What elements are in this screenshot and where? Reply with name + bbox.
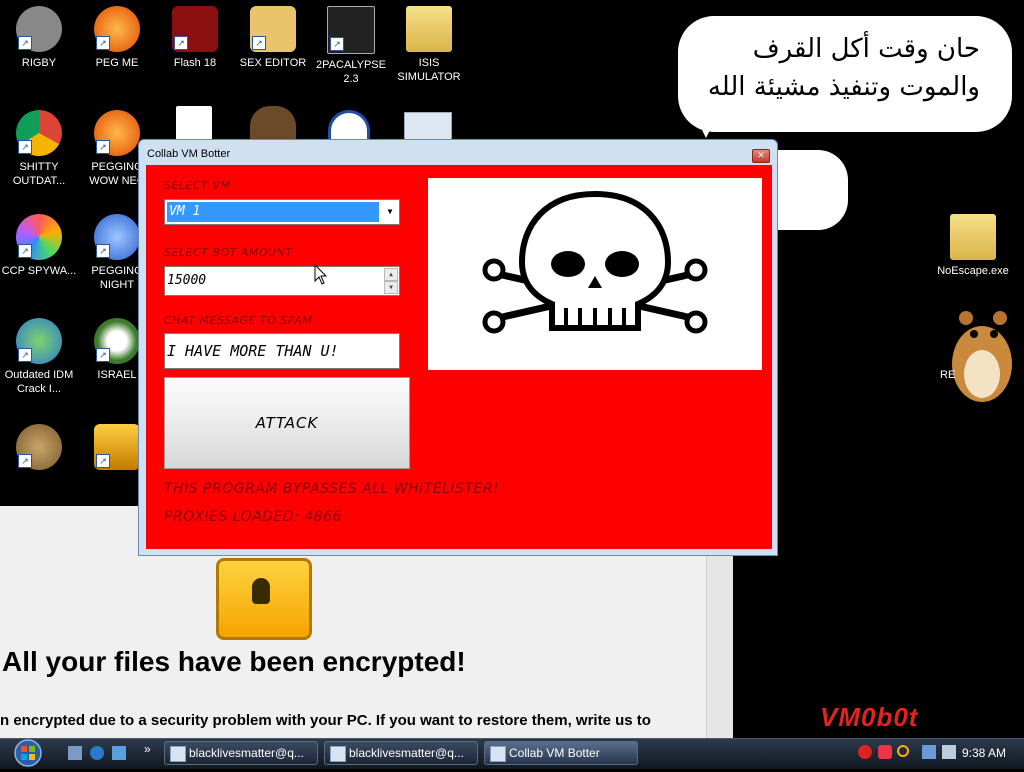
desktop-icon-isis-simulator[interactable]: ISIS SIMULATOR	[390, 6, 468, 84]
desktop-icon-label: CCP SPYWA...	[1, 265, 77, 277]
raccoon-icon: ↗	[16, 6, 62, 52]
vm-select-value: VM 1	[167, 202, 379, 222]
ransom-title: All your files have been encrypted!	[2, 646, 466, 677]
tray-network-icon[interactable]	[922, 745, 936, 759]
desktop-icon-label: PEGGING WOW NEC	[89, 161, 145, 187]
desktop-icon-label: Outdated IDM Crack I...	[4, 369, 74, 395]
vm-select[interactable]: VM 1 ▼	[164, 199, 400, 225]
skull-image-panel	[428, 178, 762, 370]
bypass-note: THIS PROGRAM BYPASSES ALL WHITELISTER!	[164, 481, 500, 497]
ransom-scrollbar[interactable]	[706, 556, 733, 742]
p-logo-icon: ↗	[94, 6, 140, 52]
globe-download-icon: ↗	[16, 318, 62, 364]
flower-icon: ↗	[94, 318, 140, 364]
desktop-icon-noescape[interactable]: NoEscape.exe	[926, 214, 1020, 278]
ransom-body-text: n encrypted due to a security problem wi…	[0, 712, 651, 729]
start-button[interactable]	[6, 738, 50, 768]
close-button[interactable]: ✕	[752, 149, 770, 163]
bot-amount-label: SELECT BOT AMOUNT	[164, 246, 293, 259]
money-bag-icon: ↗	[16, 424, 62, 470]
pinwheel-icon: ↗	[16, 214, 62, 260]
quick-launch-browser-icon[interactable]	[90, 746, 104, 760]
window-title: Collab VM Botter	[147, 148, 231, 160]
p-logo-icon: ↗	[94, 110, 140, 156]
portrait-icon	[250, 106, 296, 140]
window-icon	[490, 746, 506, 762]
quick-launch-desktop-icon[interactable]	[68, 746, 82, 760]
desktop-icon-ccp-spyware[interactable]: ↗ CCP SPYWA...	[0, 214, 78, 278]
speech-line-1: حان وقت أكل القرف	[752, 34, 980, 64]
tray-shield-icon[interactable]	[878, 745, 892, 759]
desktop-icon-label: 2PACALYPSE 2.3	[316, 59, 386, 85]
window-client-area: SELECT VM VM 1 ▼ SELECT BOT AMOUNT 15000…	[146, 165, 772, 549]
desktop-icon-label: ISIS SIMULATOR	[397, 57, 461, 83]
speech-line-2: والموت وتنفيذ مشيئة الله	[707, 72, 980, 102]
desktop-icon-idm-crack[interactable]: ↗ Outdated IDM Crack I...	[0, 318, 78, 396]
desktop-icon-sex-editor[interactable]: ↗ SEX EDITOR	[234, 6, 312, 70]
taskbar-clock[interactable]: 9:38 AM	[962, 738, 1018, 768]
obama-logo-icon	[328, 110, 370, 140]
taskbar-button-label: Collab VM Botter	[509, 746, 600, 760]
bot-amount-stepper[interactable]: 15000 ▲ ▼	[164, 266, 400, 296]
taskbar-button-ransom-1[interactable]: blacklivesmatter@q...	[164, 741, 318, 765]
window-screenshot-icon	[404, 112, 452, 142]
flash-icon: ↗	[172, 6, 218, 52]
desktop-icon-label: NoEscape.exe	[937, 265, 1009, 277]
desktop-icon-peg-me[interactable]: ↗ PEG ME	[78, 6, 156, 70]
taskbar-button-label: blacklivesmatter@q...	[349, 746, 464, 760]
chat-message-label: CHAT MESSAGE TO SPAM	[164, 314, 313, 327]
quick-launch-more-button[interactable]: »	[144, 742, 151, 756]
spin-up-button[interactable]: ▲	[384, 268, 398, 281]
desktop-icon-label: RIGBY	[21, 57, 57, 69]
tray-volume-icon[interactable]	[942, 745, 956, 759]
spin-down-button[interactable]: ▼	[384, 281, 398, 294]
security-alert-icon[interactable]	[858, 745, 872, 759]
taskbar-button-collab-vm-botter[interactable]: Collab VM Botter	[484, 741, 638, 765]
bot-amount-value: 15000	[167, 273, 207, 288]
attack-button[interactable]: ATTACK	[164, 377, 410, 469]
skull-crossbones-icon	[482, 190, 708, 334]
hamster-image	[944, 304, 1016, 404]
flag-shape	[778, 150, 848, 230]
window-icon	[330, 746, 346, 762]
desktop-icon-rigby[interactable]: ↗ RIGBY	[0, 6, 78, 70]
mouse-cursor-icon	[314, 264, 328, 285]
desktop-icon-money-bag[interactable]: ↗	[0, 424, 78, 474]
chevron-down-icon[interactable]: ▼	[382, 202, 398, 222]
gold-bars-icon: ↗	[94, 424, 140, 470]
window-icon	[170, 746, 186, 762]
p-logo-icon: ↗	[94, 214, 140, 260]
desktop-icon-flash[interactable]: ↗ Flash 18	[156, 6, 234, 70]
folder-icon	[950, 214, 996, 260]
speech-bubble-tail	[696, 118, 716, 138]
select-vm-label: SELECT VM	[164, 179, 231, 192]
desktop-icon-label: PEGGING NIGHT	[91, 265, 143, 291]
proxies-loaded-note: PROXIES LOADED: 4866	[164, 509, 342, 525]
folder-icon	[406, 6, 452, 52]
desktop-icon-label: Flash 18	[173, 57, 217, 69]
desktop-icon-label[interactable]: RE	[940, 369, 955, 381]
flash-file-icon	[176, 106, 212, 140]
desktop-icon-label: PEG ME	[95, 57, 139, 69]
desktop-icon-shitty-outdat[interactable]: ↗ SHITTY OUTDAT...	[0, 110, 78, 188]
windows-orb-icon	[14, 739, 42, 767]
keyhole-icon	[252, 578, 270, 604]
taskbar-button-label: blacklivesmatter@q...	[189, 746, 304, 760]
chrome-icon: ↗	[16, 110, 62, 156]
console-icon: ↗	[327, 6, 375, 54]
speech-bubble-text: حان وقت أكل القرف والموت وتنفيذ مشيئة ال…	[680, 30, 980, 106]
taskbar-button-ransom-2[interactable]: blacklivesmatter@q...	[324, 741, 478, 765]
desktop-icon-2pacalypse[interactable]: ↗ 2PACALYPSE 2.3	[312, 6, 390, 86]
desktop-icon-label: ISRAEL	[97, 369, 137, 381]
desktop-icon-label: SEX EDITOR	[239, 57, 307, 69]
desktop-icon-label: SHITTY OUTDAT...	[12, 161, 66, 187]
watermark-text: VM0b0t	[820, 702, 919, 732]
hxd-icon: ↗	[250, 6, 296, 52]
chat-message-input[interactable]: I HAVE MORE THAN U!	[164, 333, 400, 369]
app-window: Collab VM Botter ✕ SELECT VM VM 1 ▼ SELE…	[138, 139, 778, 556]
tray-search-icon[interactable]	[897, 745, 909, 757]
quick-launch-window-icon[interactable]	[112, 746, 126, 760]
